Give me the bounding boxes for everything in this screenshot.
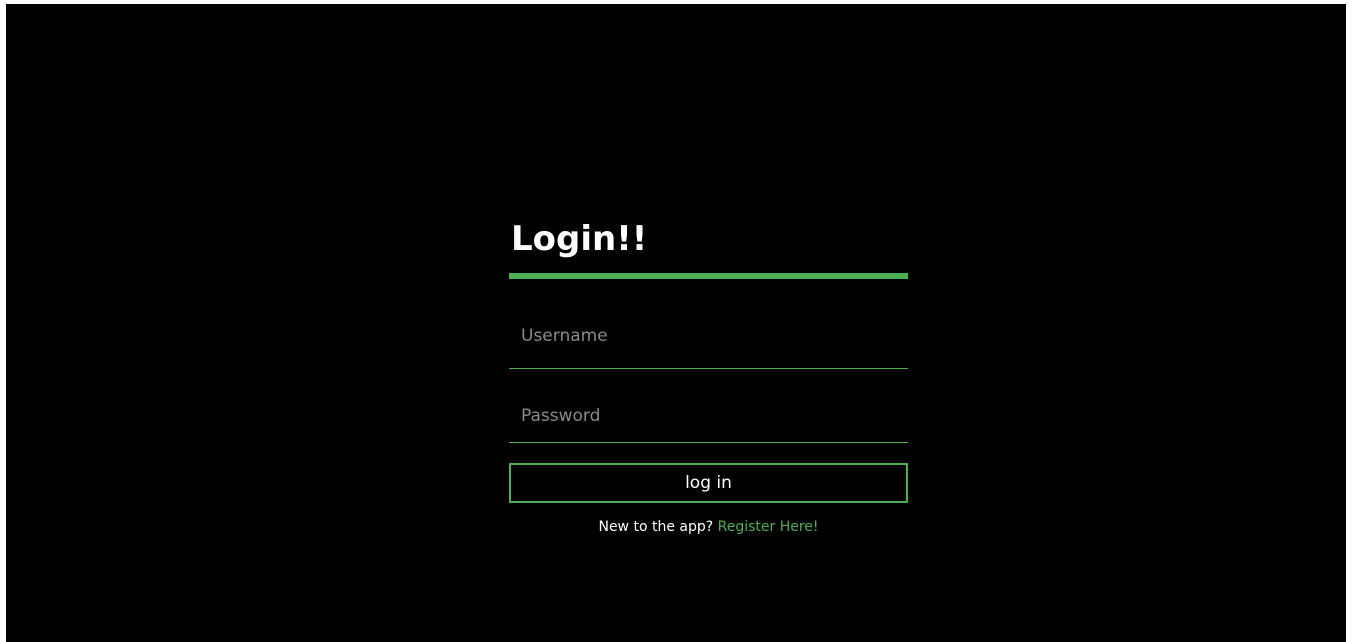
username-input[interactable] bbox=[509, 279, 908, 369]
page-title: Login!! bbox=[511, 219, 648, 259]
password-input[interactable] bbox=[509, 369, 908, 443]
register-link[interactable]: Register Here! bbox=[718, 519, 819, 535]
login-form: Login!! log in New to the app? Register … bbox=[509, 214, 908, 535]
login-button[interactable]: log in bbox=[509, 463, 908, 503]
app-viewport: Login!! log in New to the app? Register … bbox=[6, 4, 1346, 642]
register-prompt-text: New to the app? bbox=[598, 519, 714, 535]
register-prompt-line: New to the app? Register Here! bbox=[509, 519, 908, 535]
